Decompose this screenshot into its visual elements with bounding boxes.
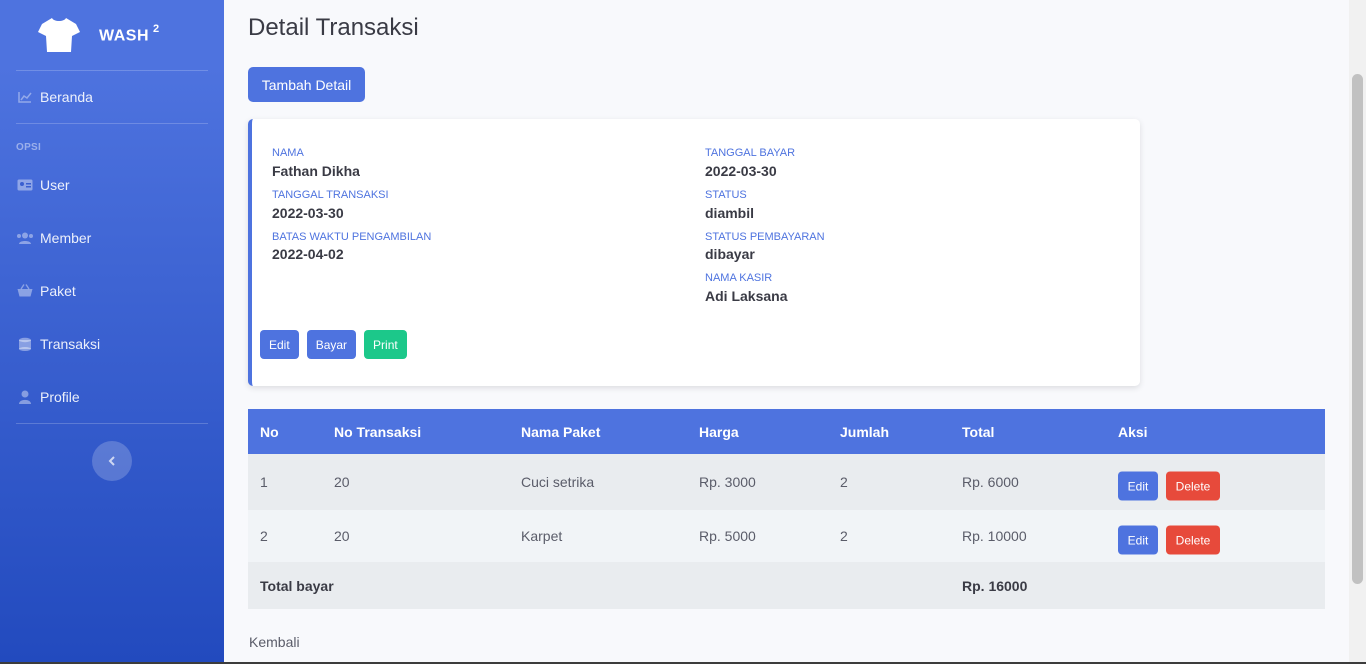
total-value: Rp. 16000 xyxy=(962,577,1028,594)
sidebar-item-label: Transaksi xyxy=(40,335,101,352)
cell-no: 1 xyxy=(260,474,268,490)
scrollbar-thumb[interactable] xyxy=(1352,74,1363,584)
chevron-left-icon xyxy=(108,456,115,466)
field-label: NAMA KASIR xyxy=(705,272,773,284)
brand[interactable]: WASH 2 xyxy=(0,0,224,70)
cell-nama-paket: Cuci setrika xyxy=(521,474,595,490)
row-actions: Edit Delete xyxy=(1118,525,1220,555)
cell-nama-paket: Karpet xyxy=(521,528,563,544)
sidebar-item-user[interactable]: User xyxy=(0,158,224,211)
cell-harga: Rp. 3000 xyxy=(699,474,756,490)
edit-row-button[interactable]: Edit xyxy=(1118,471,1158,501)
sidebar: WASH 2 Beranda OPSI User Member Paket Tra… xyxy=(0,0,224,664)
cell-jumlah: 2 xyxy=(840,474,848,490)
delete-row-button[interactable]: Delete xyxy=(1166,471,1220,501)
field-label: STATUS PEMBAYARAN xyxy=(705,231,825,243)
sidebar-item-beranda[interactable]: Beranda xyxy=(0,71,224,123)
column-header: Jumlah xyxy=(840,423,890,440)
back-link[interactable]: Kembali xyxy=(249,634,300,650)
field-label: TANGGAL BAYAR xyxy=(705,147,796,159)
field-value: diambil xyxy=(705,205,755,221)
page-scrollbar[interactable] xyxy=(1349,0,1366,662)
sidebar-heading: OPSI xyxy=(16,142,42,153)
field-label: STATUS xyxy=(705,189,747,201)
sidebar-item-member[interactable]: Member xyxy=(0,211,224,264)
sidebar-toggle-button[interactable] xyxy=(92,441,132,481)
field-label: NAMA xyxy=(272,147,304,159)
chart-area-icon xyxy=(16,90,34,104)
id-card-icon xyxy=(16,178,34,192)
cell-harga: Rp. 5000 xyxy=(699,528,756,544)
add-detail-button[interactable]: Tambah Detail xyxy=(248,67,365,102)
column-header: Nama Paket xyxy=(521,423,601,440)
field-value: 2022-04-02 xyxy=(272,246,344,262)
card-actions: Edit Bayar Print xyxy=(260,330,407,359)
column-header: No Transaksi xyxy=(334,423,422,440)
row-actions: Edit Delete xyxy=(1118,471,1220,501)
cell-jumlah: 2 xyxy=(840,528,848,544)
pay-button[interactable]: Bayar xyxy=(306,330,357,359)
sidebar-item-label: Beranda xyxy=(40,89,93,105)
coins-icon xyxy=(16,337,34,351)
edit-row-button[interactable]: Edit xyxy=(1118,525,1158,555)
field-value: dibayar xyxy=(705,246,755,262)
sidebar-item-profile[interactable]: Profile xyxy=(0,370,224,423)
page-title: Detail Transaksi xyxy=(248,14,419,41)
delete-row-button[interactable]: Delete xyxy=(1166,525,1220,555)
field-value: Adi Laksana xyxy=(705,288,788,304)
column-header: Harga xyxy=(699,423,739,440)
sidebar-item-label: Profile xyxy=(40,388,80,405)
field-value: 2022-03-30 xyxy=(705,163,777,179)
transaction-info-card: NAMA Fathan Dikha TANGGAL TRANSAKSI 2022… xyxy=(248,119,1140,386)
user-icon xyxy=(16,390,34,404)
field-value: Fathan Dikha xyxy=(272,163,360,179)
field-label: BATAS WAKTU PENGAMBILAN xyxy=(272,231,432,243)
sidebar-item-label: User xyxy=(40,176,70,193)
sidebar-item-label: Member xyxy=(40,229,92,246)
edit-transaction-button[interactable]: Edit xyxy=(260,330,299,359)
cell-no-transaksi: 20 xyxy=(334,474,350,490)
detail-table: No No Transaksi Nama Paket Harga Jumlah … xyxy=(248,409,1325,609)
column-header: No xyxy=(260,423,279,440)
column-header: Total xyxy=(962,423,995,440)
basket-icon xyxy=(16,284,34,298)
sidebar-item-label: Paket xyxy=(40,282,76,299)
field-label: TANGGAL TRANSAKSI xyxy=(272,189,389,201)
table-row: 1 20 Cuci setrika Rp. 3000 2 Rp. 6000 Ed… xyxy=(248,454,1325,510)
cell-no: 2 xyxy=(260,528,268,544)
cell-total: Rp. 6000 xyxy=(962,474,1019,490)
table-header: No No Transaksi Nama Paket Harga Jumlah … xyxy=(248,409,1325,454)
cell-no-transaksi: 20 xyxy=(334,528,350,544)
field-value: 2022-03-30 xyxy=(272,205,344,221)
users-icon xyxy=(16,231,34,245)
cell-total: Rp. 10000 xyxy=(962,528,1027,544)
table-row: 2 20 Karpet Rp. 5000 2 Rp. 10000 Edit De… xyxy=(248,510,1325,562)
brand-name: WASH 2 xyxy=(99,22,160,45)
sidebar-item-transaksi[interactable]: Transaksi xyxy=(0,317,224,370)
table-total-row: Total bayar Rp. 16000 xyxy=(248,562,1325,609)
print-button[interactable]: Print xyxy=(364,330,407,359)
sidebar-item-paket[interactable]: Paket xyxy=(0,264,224,317)
total-label: Total bayar xyxy=(260,577,334,594)
sidebar-toggle-wrap xyxy=(0,424,224,481)
column-header: Aksi xyxy=(1118,423,1148,440)
tshirt-icon xyxy=(38,18,80,52)
